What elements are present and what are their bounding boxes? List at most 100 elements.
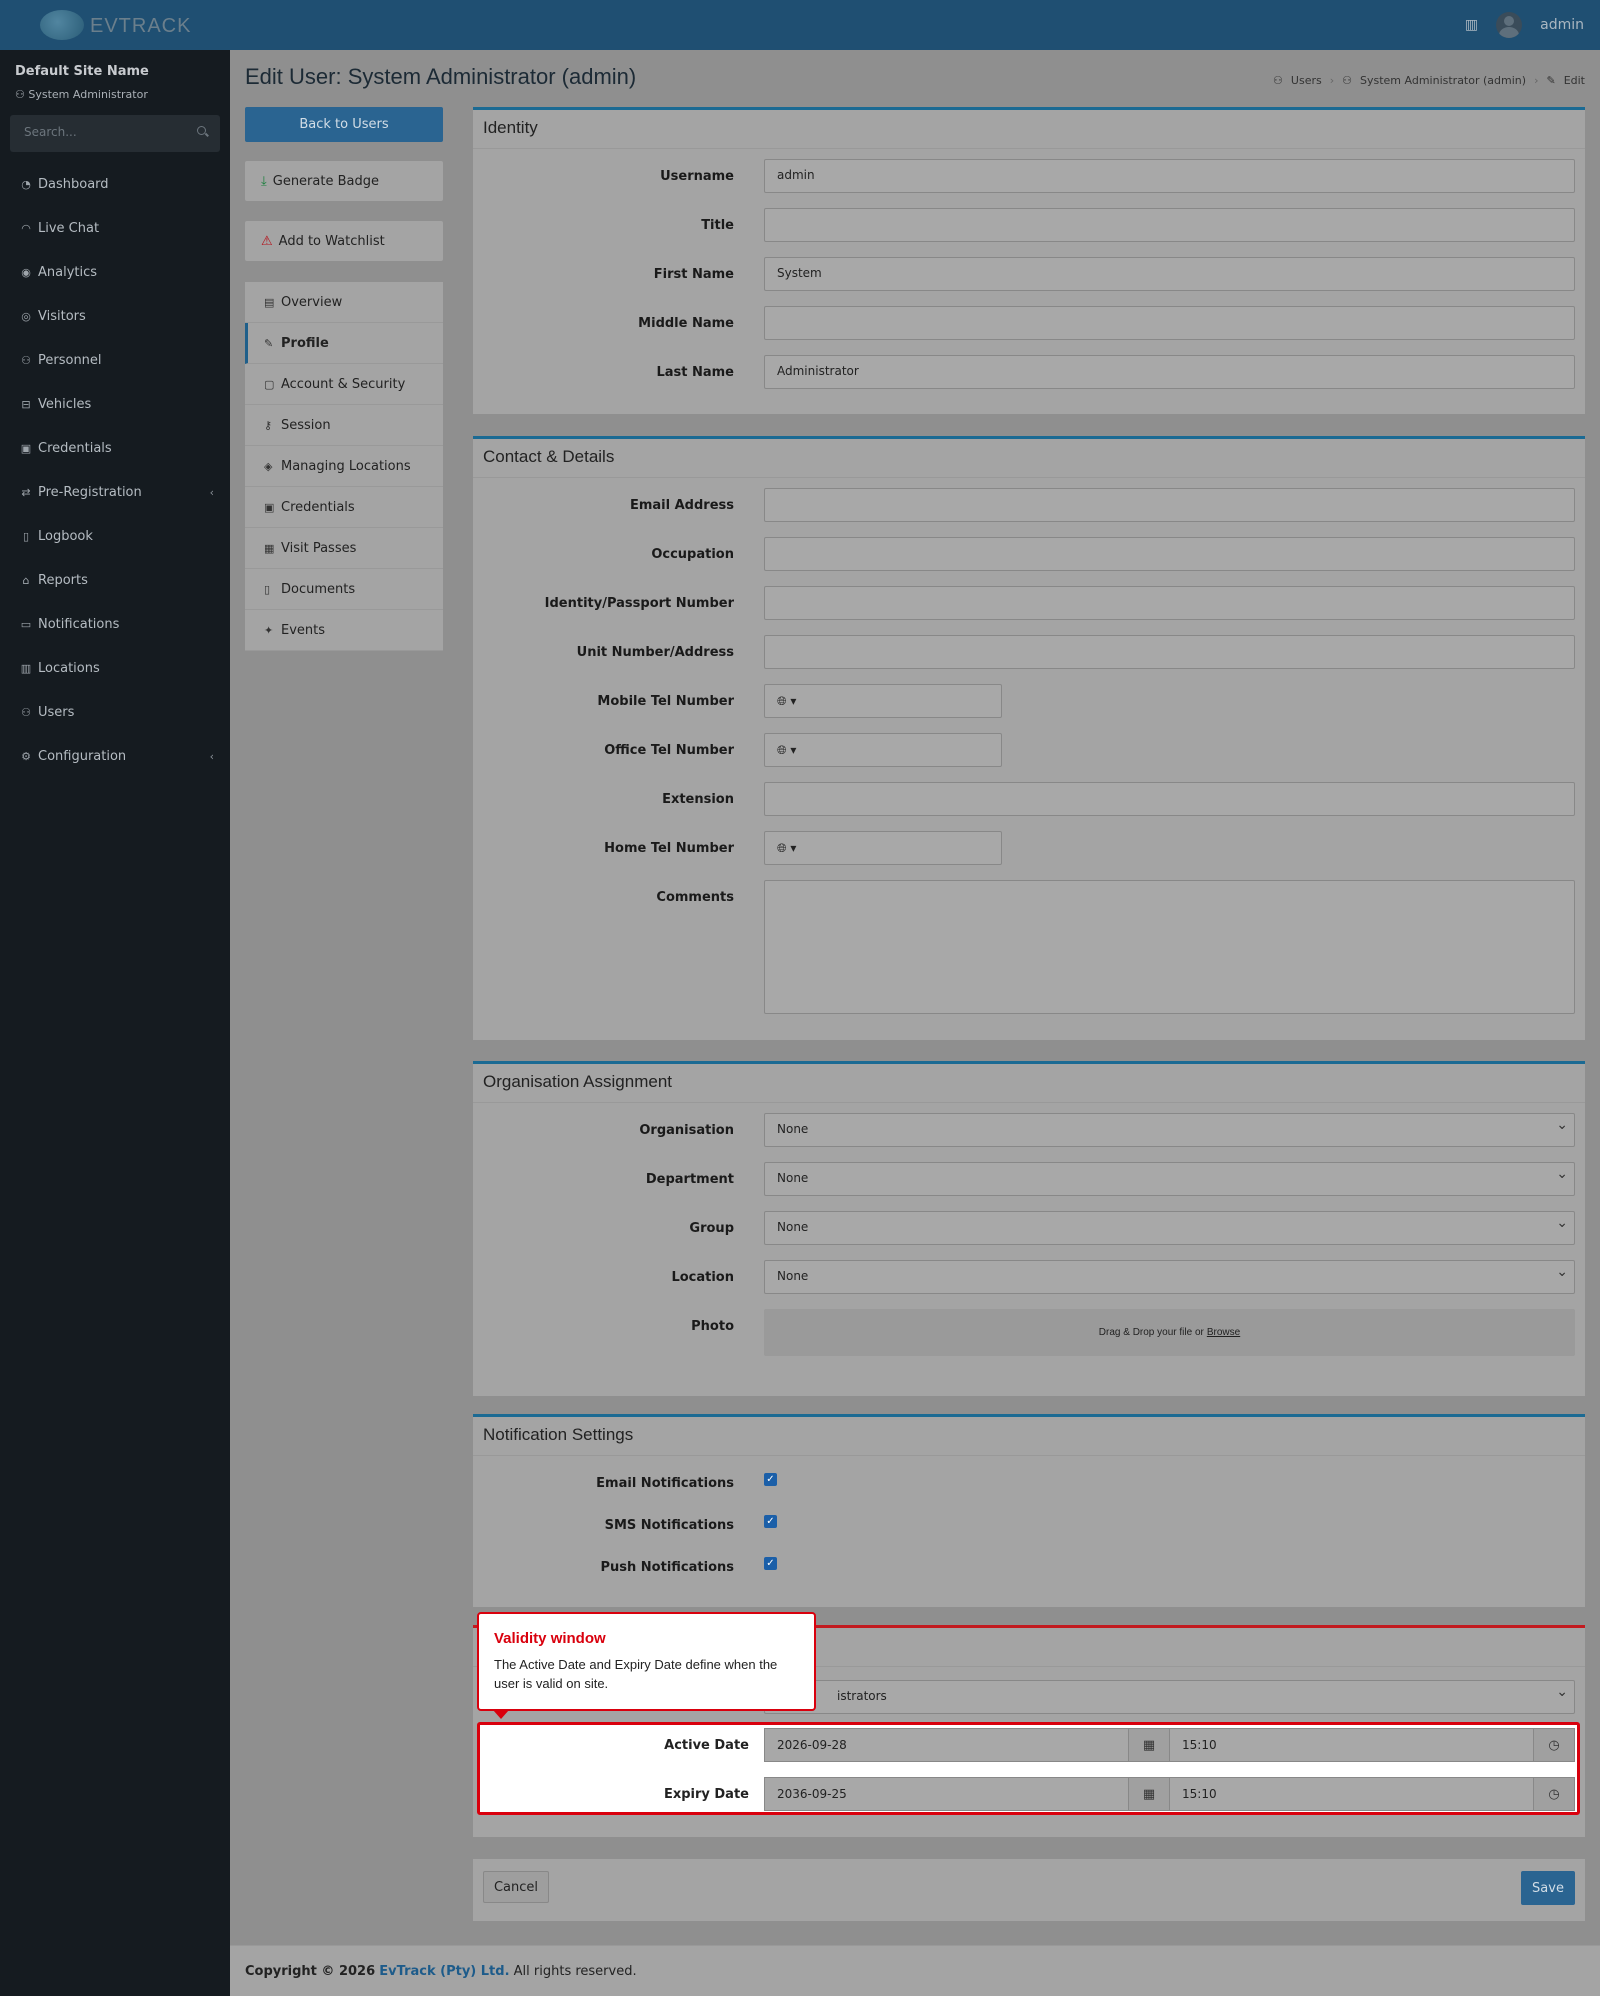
home-phone-field[interactable]: 🌐︎ ▾	[764, 831, 1002, 865]
role-select[interactable]: istrators	[764, 1680, 1575, 1714]
chevron-left-icon[interactable]: ‹	[210, 750, 214, 763]
first-name-field[interactable]: System	[764, 257, 1575, 291]
active-time-field[interactable]: 15:10	[1169, 1728, 1534, 1762]
clock-icon[interactable]: ◷	[1533, 1777, 1575, 1811]
company-link[interactable]: EvTrack (Pty) Ltd.	[379, 1964, 509, 1979]
panel-heading: Contact & Details	[473, 439, 1585, 478]
field-label: Organisation	[639, 1123, 734, 1138]
occupation-field[interactable]	[764, 537, 1575, 571]
office-phone-field[interactable]: 🌐︎ ▾	[764, 733, 1002, 767]
tab-managing-locations[interactable]: ◈ Managing Locations	[245, 446, 443, 487]
field-label: Unit Number/Address	[576, 645, 734, 660]
organisation-select[interactable]: None	[764, 1113, 1575, 1147]
sidebar-item-reports[interactable]: ⌂ Reports	[0, 560, 230, 600]
tab-documents[interactable]: ▯ Documents	[245, 569, 443, 610]
email-notifications-checkbox[interactable]: ✓	[764, 1473, 777, 1486]
sidebar-item-visitors[interactable]: ◎ Visitors	[0, 296, 230, 336]
unit-address-field[interactable]	[764, 635, 1575, 669]
globe-icon[interactable]: 🌐︎ ▾	[777, 841, 796, 856]
email-field[interactable]	[764, 488, 1575, 522]
validity-tooltip: Validity window The Active Date and Expi…	[477, 1612, 816, 1719]
tab-account-security[interactable]: ▢ Account & Security	[245, 364, 443, 405]
field-label: Active Date	[664, 1738, 749, 1753]
search-icon[interactable]	[197, 126, 206, 135]
sidebar-item-dashboard[interactable]: ◔ Dashboard	[0, 164, 230, 204]
title-field[interactable]	[764, 208, 1575, 242]
mobile-phone-field[interactable]: 🌐︎ ▾	[764, 684, 1002, 718]
department-select[interactable]: None	[764, 1162, 1575, 1196]
footer: Copyright © 2026 EvTrack (Pty) Ltd. All …	[230, 1945, 1600, 1996]
sidebar-item-locations[interactable]: ▥ Locations	[0, 648, 230, 688]
back-to-users-button[interactable]: Back to Users	[245, 107, 443, 142]
sms-notifications-checkbox[interactable]: ✓	[764, 1515, 777, 1528]
sidebar-item-logbook[interactable]: ▯ Logbook	[0, 516, 230, 556]
save-button[interactable]: Save	[1521, 1871, 1575, 1905]
user-name[interactable]: admin	[1540, 17, 1584, 33]
tab-credentials[interactable]: ▣ Credentials	[245, 487, 443, 528]
tab-session[interactable]: ⚷ Session	[245, 405, 443, 446]
sidebar-item-credentials[interactable]: ▣ Credentials	[0, 428, 230, 468]
field-label: Push Notifications	[600, 1560, 735, 1575]
active-date-field[interactable]: 2026-09-28	[764, 1728, 1129, 1762]
tab-visit-passes[interactable]: ▦ Visit Passes	[245, 528, 443, 569]
sidebar-item-live-chat[interactable]: ◠ Live Chat	[0, 208, 230, 248]
breadcrumb-users[interactable]: Users	[1291, 74, 1322, 87]
identity-number-field[interactable]	[764, 586, 1575, 620]
tab-profile[interactable]: ✎ Profile	[245, 323, 443, 364]
sidebar-item-pre-registration[interactable]: ⇄ Pre-Registration ‹	[0, 472, 230, 512]
tab-label: Visit Passes	[281, 540, 357, 556]
copyright-text: Copyright © 2026	[245, 1964, 376, 1979]
tab-overview[interactable]: ▤ Overview	[245, 282, 443, 323]
sidebar-item-label: Vehicles	[38, 396, 92, 412]
group-select[interactable]: None	[764, 1211, 1575, 1245]
profile-tabs: ▤ Overview ✎ Profile ▢ Account & Security ⚷…	[245, 282, 443, 651]
push-notifications-checkbox[interactable]: ✓	[764, 1557, 777, 1570]
avatar[interactable]	[1496, 12, 1523, 38]
calendar-icon[interactable]: ▦	[1128, 1777, 1170, 1811]
chevron-left-icon[interactable]: ‹	[210, 486, 214, 499]
search-input[interactable]: Search...	[10, 115, 220, 152]
middle-name-field[interactable]	[764, 306, 1575, 340]
browse-link[interactable]: Browse	[1207, 1327, 1240, 1338]
generate-badge-button[interactable]: ⤓ Generate Badge	[245, 161, 443, 201]
sidebar-item-configuration[interactable]: ⚙ Configuration ‹	[0, 736, 230, 776]
field-label: Email Notifications	[596, 1476, 734, 1491]
tab-label: Session	[281, 417, 331, 433]
tab-events[interactable]: ✦ Events	[245, 610, 443, 651]
clock-icon[interactable]: ◷	[1533, 1728, 1575, 1762]
field-label: Extension	[662, 792, 734, 807]
validity-highlight: Active Date 2026-09-28 ▦ 15:10 ◷ Expiry …	[477, 1722, 1580, 1815]
add-to-watchlist-label: Add to Watchlist	[278, 233, 385, 249]
panel-heading: Organisation Assignment	[473, 1064, 1585, 1103]
sidebar-item-users[interactable]: ⚇ Users	[0, 692, 230, 732]
photo-dropzone[interactable]: Drag & Drop your file or Browse	[764, 1309, 1575, 1356]
logo[interactable]: EVTRACK	[40, 9, 190, 41]
username-field[interactable]: admin	[764, 159, 1575, 193]
sidebar-item-personnel[interactable]: ⚇ Personnel	[0, 340, 230, 380]
expiry-date-field[interactable]: 2036-09-25	[764, 1777, 1129, 1811]
field-label: Photo	[691, 1319, 734, 1334]
sidebar-item-analytics[interactable]: ◉ Analytics	[0, 252, 230, 292]
tab-label: Overview	[281, 294, 343, 310]
globe-icon[interactable]: 🌐︎ ▾	[777, 743, 796, 758]
add-to-watchlist-button[interactable]: ⚠ Add to Watchlist	[245, 221, 443, 261]
location-select[interactable]: None	[764, 1260, 1575, 1294]
role-select-value: istrators	[837, 1689, 887, 1703]
list-icon: ▤	[264, 295, 275, 309]
globe-icon[interactable]: 🌐︎ ▾	[777, 694, 796, 709]
building-icon[interactable]: ▥	[1465, 17, 1478, 33]
last-name-field[interactable]: Administrator	[764, 355, 1575, 389]
extension-field[interactable]	[764, 782, 1575, 816]
calendar-icon[interactable]: ▦	[1128, 1728, 1170, 1762]
expiry-time-field[interactable]: 15:10	[1169, 1777, 1534, 1811]
comments-textarea[interactable]	[764, 880, 1575, 1014]
sidebar-item-notifications[interactable]: ▭ Notifications	[0, 604, 230, 644]
sidebar-item-vehicles[interactable]: ⊟ Vehicles	[0, 384, 230, 424]
sidebar: Default Site Name ⚇ System Administrator…	[0, 50, 230, 1996]
breadcrumb-user[interactable]: System Administrator (admin)	[1360, 74, 1526, 87]
cancel-button[interactable]: Cancel	[483, 1871, 549, 1903]
sidebar-item-label: Visitors	[38, 308, 86, 324]
notification-panel: Notification Settings Email Notification…	[473, 1414, 1585, 1607]
map-pin-icon: ◈	[264, 459, 273, 473]
field-label: Office Tel Number	[604, 743, 734, 758]
